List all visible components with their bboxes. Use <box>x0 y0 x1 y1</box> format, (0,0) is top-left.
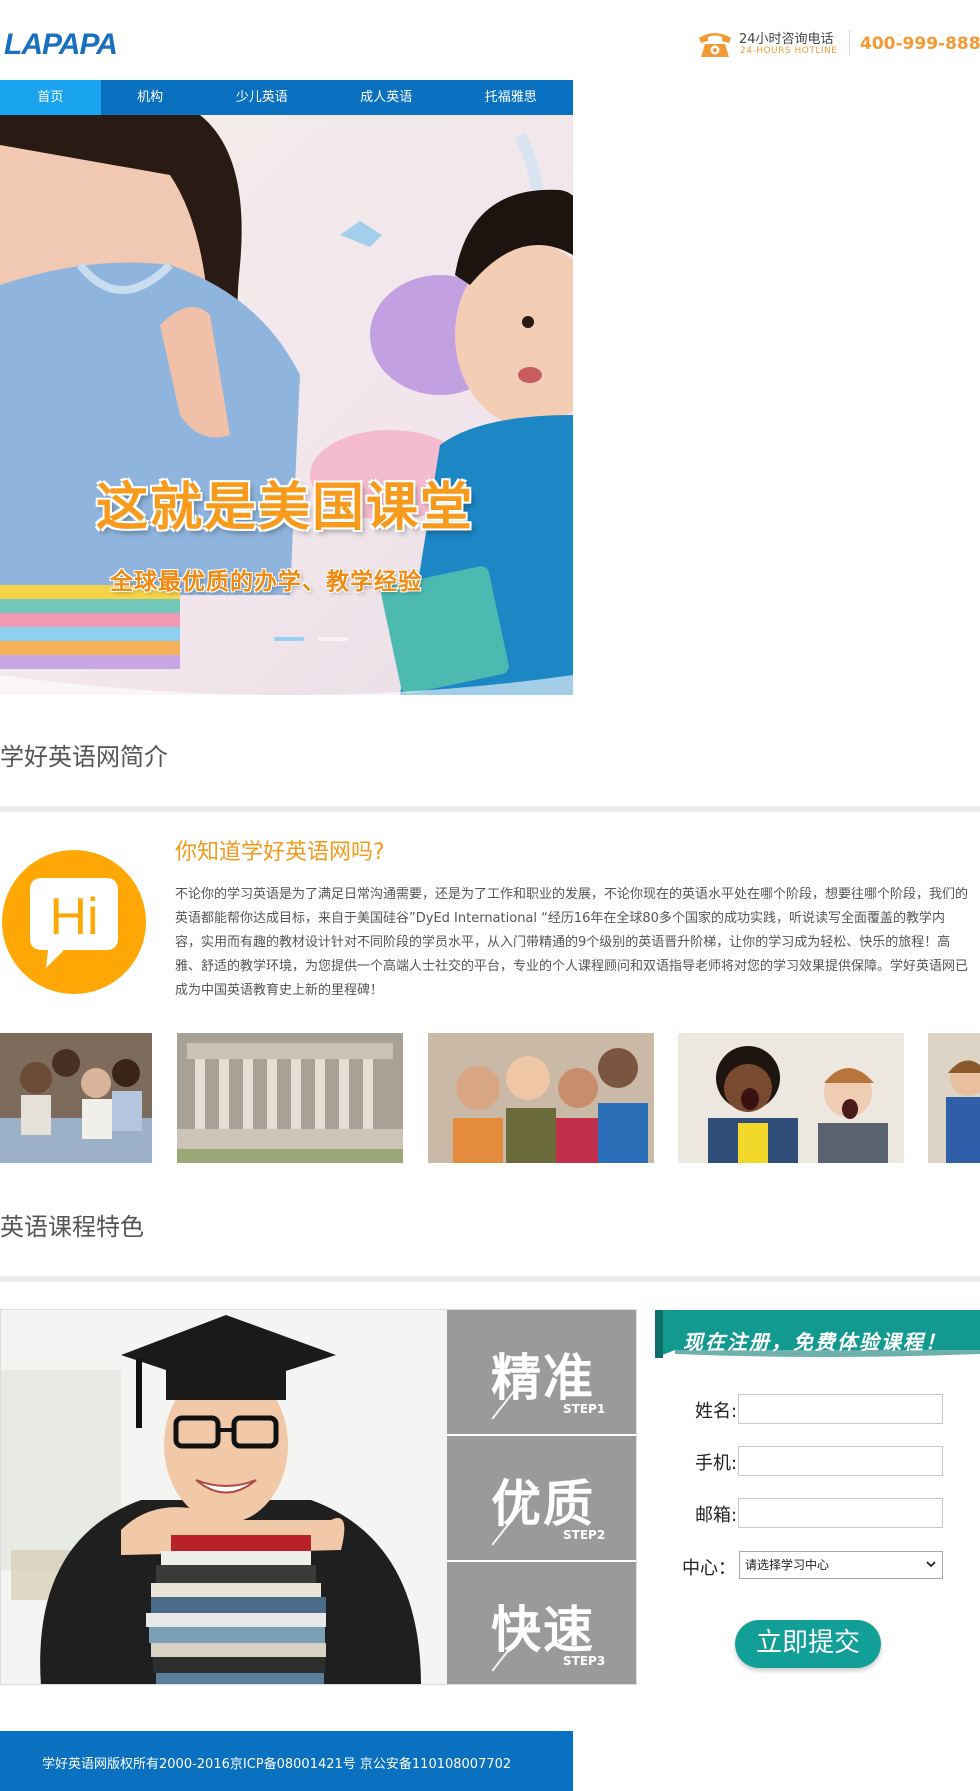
name-label: 姓名: <box>695 1401 738 1422</box>
features-section-title: 英语课程特色 <box>0 1213 144 1241</box>
banner-dot[interactable] <box>274 637 304 641</box>
step-number: STEP1 <box>563 1402 606 1416</box>
footer: 学好英语网版权所有2000-2016京ICP备08001421号 京公安备110… <box>0 1731 573 1791</box>
email-row: 邮箱: <box>694 1498 944 1528</box>
main-nav: 首页 机构 少儿英语 成人英语 托福雅思 <box>0 80 573 115</box>
phone-icon <box>699 33 731 57</box>
section-divider <box>0 806 980 812</box>
hotline-divider <box>849 30 850 56</box>
section-divider <box>0 1276 980 1282</box>
nav-item-toefl-ielts[interactable]: 托福雅思 <box>449 80 573 115</box>
step-number: STEP2 <box>563 1528 606 1542</box>
course-features: 精准 STEP1 优质 STEP2 快速 STEP3 <box>0 1309 637 1685</box>
svg-text:LAPAPA: LAPAPA <box>4 28 117 60</box>
register-banner-text: 现在注册，免费体验课程！ <box>683 1330 947 1354</box>
step-quality: 优质 STEP2 <box>447 1436 636 1560</box>
graduate-photo <box>1 1310 447 1684</box>
step-number: STEP3 <box>563 1654 606 1668</box>
phone-label: 手机: <box>695 1453 738 1474</box>
banner-photo <box>0 115 573 695</box>
hero-banner[interactable]: 这就是美国课堂 全球最优质的办学、教学经验 <box>0 115 573 695</box>
about-section-title: 学好英语网简介 <box>0 743 168 771</box>
banner-pagination <box>274 637 348 641</box>
banner-dot[interactable] <box>318 637 348 641</box>
footer-copyright: 学好英语网版权所有2000-2016京ICP备08001421号 京公安备110… <box>42 1757 512 1772</box>
nav-item-institution[interactable]: 机构 <box>101 80 200 115</box>
photo-students-group[interactable] <box>0 1033 152 1163</box>
center-select-value: 请选择学习中心 <box>745 1558 830 1572</box>
about-heading: 你知道学好英语网吗? <box>175 840 385 865</box>
banner-title: 这就是美国课堂 <box>96 478 475 538</box>
photo-smiling-friends[interactable] <box>428 1033 654 1163</box>
hi-icon-text: Hi <box>49 888 98 946</box>
phone-row: 手机: <box>694 1446 944 1476</box>
nav-item-adult-english[interactable]: 成人英语 <box>324 80 448 115</box>
steps-column: 精准 STEP1 优质 STEP2 快速 STEP3 <box>447 1310 636 1684</box>
center-select[interactable]: 请选择学习中心 <box>739 1551 943 1579</box>
about-body: 不论你的学习英语是为了满足日常沟通需要，还是为了工作和职业的发展，不论你现在的英… <box>175 887 969 998</box>
photo-classroom[interactable] <box>928 1033 980 1163</box>
hotline: 24小时咨询电话 24-HOURS HOTLINE 400-999-8888 <box>696 26 980 62</box>
step-precise: 精准 STEP1 <box>447 1310 636 1434</box>
photo-strip <box>0 1033 980 1163</box>
center-label: 中心： <box>682 1558 736 1579</box>
photo-university-building[interactable] <box>177 1033 403 1163</box>
center-row: 中心： 请选择学习中心 <box>682 1551 944 1581</box>
nav-item-home[interactable]: 首页 <box>0 80 101 115</box>
hi-icon: Hi <box>2 850 146 994</box>
email-label: 邮箱: <box>695 1505 738 1526</box>
name-row: 姓名: <box>694 1394 944 1424</box>
step-fast: 快速 STEP3 <box>447 1562 636 1684</box>
email-field[interactable] <box>738 1498 943 1528</box>
nav-item-kids-english[interactable]: 少儿英语 <box>200 80 324 115</box>
hotline-number[interactable]: 400-999-8888 <box>860 34 980 54</box>
submit-button[interactable]: 立即提交 <box>735 1620 881 1668</box>
phone-field[interactable] <box>738 1446 943 1476</box>
banner-subtitle: 全球最优质的办学、教学经验 <box>110 569 422 595</box>
chevron-down-icon <box>926 1561 936 1568</box>
photo-excited-kids[interactable] <box>678 1033 904 1163</box>
hotline-label: 24小时咨询电话 <box>739 32 834 47</box>
name-field[interactable] <box>738 1394 943 1424</box>
hotline-label-en: 24-HOURS HOTLINE <box>740 46 838 56</box>
lapapa-logo[interactable]: LAPAPA <box>2 26 122 60</box>
